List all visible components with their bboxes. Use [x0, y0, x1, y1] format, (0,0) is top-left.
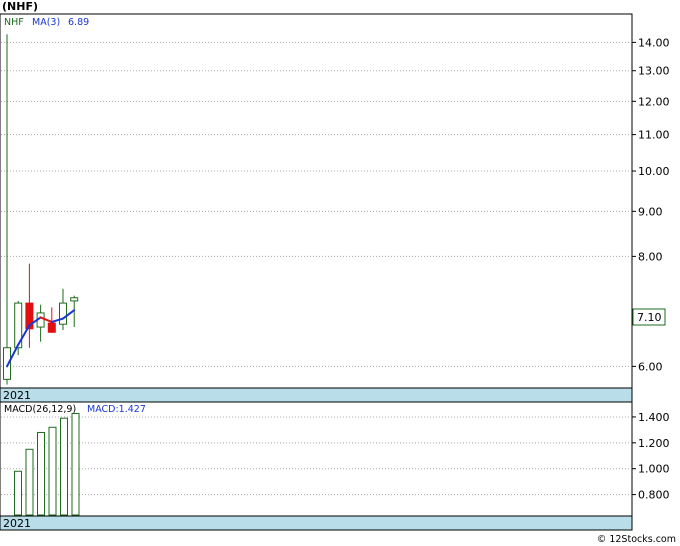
price-tick-label: 13.00: [638, 65, 670, 78]
legend-ma-label: MA(3): [32, 17, 60, 28]
stock-chart: (NHF) 14.00 13.00 12.00 11.00 10.00 9.00 8.00 6…: [0, 0, 676, 545]
price-panel: [0, 13, 633, 389]
last-price-marker: 7.10: [632, 308, 666, 326]
legend-symbol: NHF: [4, 17, 24, 28]
macd-bar: [60, 417, 68, 516]
price-tick-label: 12.00: [638, 95, 670, 108]
price-tick-label: 14.00: [638, 36, 670, 49]
macd-tick-label: 1.000: [638, 463, 670, 476]
year-label-macd: 2021: [3, 517, 31, 530]
macd-bar: [25, 448, 34, 516]
chart-title: (NHF): [2, 0, 38, 13]
macd-bar: [71, 412, 80, 516]
year-band-macd: [0, 515, 633, 531]
macd-bar: [14, 470, 22, 516]
candle-body-up: [70, 297, 79, 302]
macd-legend-label: MACD(26,12,9): [4, 404, 76, 415]
macd-tick-label: 0.800: [638, 489, 670, 502]
macd-panel: [0, 401, 633, 517]
candle-body-down: [47, 322, 56, 333]
macd-legend-value: MACD:1.427: [87, 404, 146, 415]
legend-ma-value: 6.89: [68, 17, 89, 28]
price-tick-label: 9.00: [638, 205, 663, 218]
macd-tick-label: 1.200: [638, 437, 670, 450]
price-tick-label: 6.00: [638, 360, 663, 373]
year-label-price: 2021: [3, 389, 31, 402]
price-tick-label: 8.00: [638, 250, 663, 263]
last-price-label: 7.10: [637, 311, 662, 324]
candle-body-up: [59, 302, 67, 325]
macd-tick-label: 1.400: [638, 411, 670, 424]
macd-axis-ticks: 1.400 1.200 1.000 0.800: [632, 411, 670, 502]
price-tick-label: 10.00: [638, 165, 670, 178]
footer-credit: © 12Stocks.com: [597, 534, 676, 545]
macd-bar: [37, 431, 45, 516]
year-band-price: [0, 387, 633, 403]
price-tick-label: 11.00: [638, 129, 670, 142]
macd-bar: [48, 426, 57, 516]
